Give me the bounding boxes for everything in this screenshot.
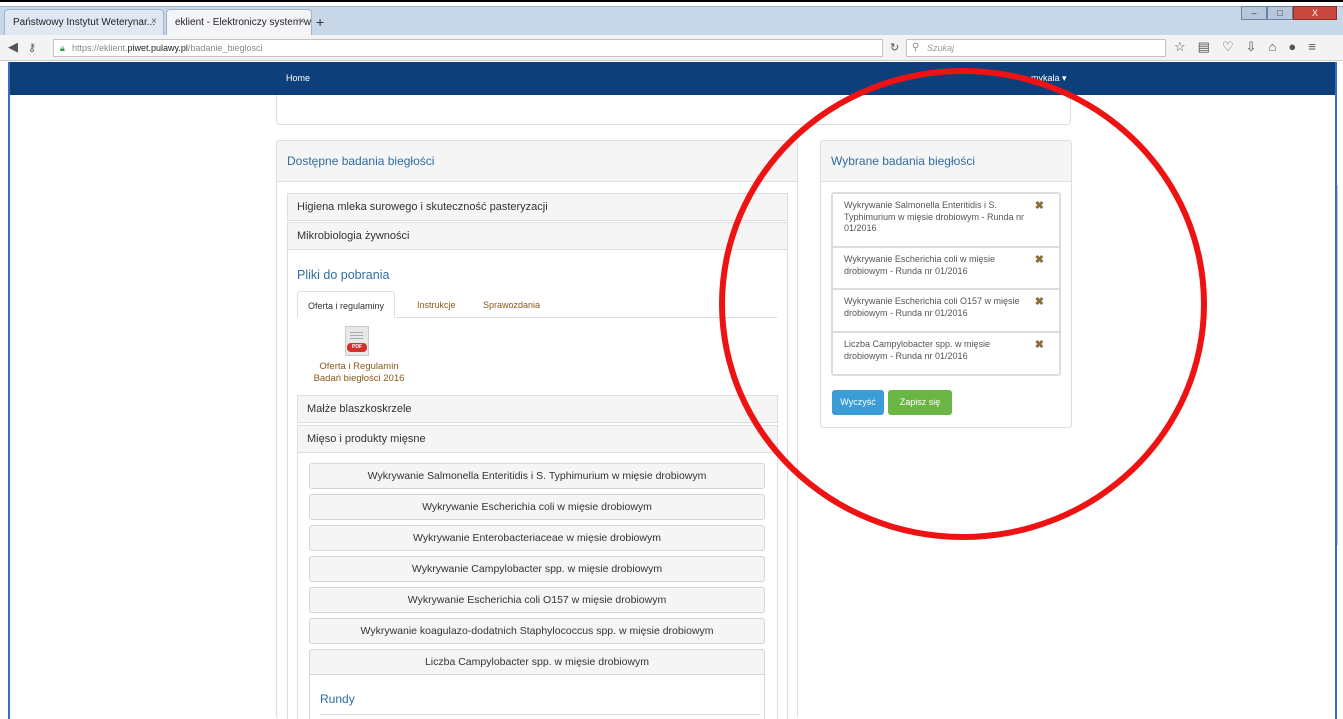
left-rule bbox=[8, 62, 10, 719]
tab-close-icon[interactable]: × bbox=[151, 16, 157, 27]
browser-tab-eklient[interactable]: eklient - Elektroniczy system w... × bbox=[166, 9, 312, 35]
remove-icon[interactable]: ✖ bbox=[1035, 339, 1044, 352]
selected-item: Wykrywanie Salmonella Enteritidis i S. T… bbox=[832, 193, 1060, 247]
remove-icon[interactable]: ✖ bbox=[1035, 254, 1044, 267]
pdf-download-link[interactable]: Oferta i Regulamin Badań biegłości 2016 bbox=[289, 361, 429, 385]
browser-tab-label: eklient - Elektroniczy system w... bbox=[175, 17, 312, 28]
key-icon[interactable]: ⚷ bbox=[28, 41, 36, 54]
test-item-ecoli-o157[interactable]: Wykrywanie Escherichia coli O157 w mięsi… bbox=[309, 587, 765, 613]
pdf-label-line: Badań biegłości 2016 bbox=[313, 373, 405, 384]
user-menu[interactable]: …mykala ▾ bbox=[1022, 73, 1067, 84]
tab-close-icon[interactable]: × bbox=[299, 16, 305, 27]
chat-icon[interactable]: ● bbox=[1288, 39, 1296, 55]
search-icon: ⚲ bbox=[912, 42, 920, 53]
selected-item: Wykrywanie Escherichia coli w mięsie dro… bbox=[832, 247, 1060, 289]
test-item-ecoli[interactable]: Wykrywanie Escherichia coli w mięsie dro… bbox=[309, 494, 765, 520]
rounds-body bbox=[309, 675, 765, 719]
url-path: /badanie_bieglosci bbox=[187, 43, 263, 53]
top-panel bbox=[276, 95, 1071, 125]
accordion-item-meat[interactable]: Mięso i produkty mięsne bbox=[297, 425, 778, 453]
nav-home-link[interactable]: Home bbox=[286, 73, 310, 83]
download-tabs: Oferta i regulaminy Instrukcje Sprawozda… bbox=[297, 291, 777, 318]
reading-list-icon[interactable]: ▤ bbox=[1198, 39, 1210, 55]
url-prefix: https://eklient. bbox=[72, 43, 128, 53]
test-item-salmonella[interactable]: Wykrywanie Salmonella Enteritidis i S. T… bbox=[309, 463, 765, 489]
tab-instructions[interactable]: Instrukcje bbox=[407, 291, 466, 318]
lock-icon: 🔒︎ bbox=[60, 43, 65, 53]
window-controls: – □ X bbox=[1241, 6, 1337, 20]
app-navbar: Home …mykala ▾ bbox=[10, 62, 1335, 95]
test-item-enterobacteriaceae[interactable]: Wykrywanie Enterobacteriaceae w mięsie d… bbox=[309, 525, 765, 551]
tab-reports[interactable]: Sprawozdania bbox=[473, 291, 550, 318]
close-window-button[interactable]: X bbox=[1293, 6, 1337, 20]
accordion-item-microbiology[interactable]: Mikrobiologia żywności bbox=[287, 222, 788, 250]
scrollbar[interactable] bbox=[1337, 185, 1343, 545]
accordion-item-milk[interactable]: Higiena mleka surowego i skuteczność pas… bbox=[287, 193, 788, 221]
browser-toolbar-icons: ☆ ▤ ♡ ⇩ ⌂ ● ≡ bbox=[1174, 39, 1316, 55]
menu-icon[interactable]: ≡ bbox=[1308, 39, 1316, 55]
home-icon[interactable]: ⌂ bbox=[1269, 39, 1277, 55]
pdf-tag: PDF bbox=[347, 343, 367, 352]
rounds-heading: Rundy bbox=[320, 692, 355, 706]
selected-item: Liczba Campylobacter spp. w mięsie drobi… bbox=[832, 332, 1060, 375]
search-input[interactable]: ⚲ Szukaj bbox=[906, 39, 1166, 57]
panel-title: Dostępne badania biegłości bbox=[277, 141, 797, 182]
selected-item-label: Liczba Campylobacter spp. w mięsie drobi… bbox=[844, 339, 991, 361]
pocket-icon[interactable]: ♡ bbox=[1222, 39, 1234, 55]
selected-item: Wykrywanie Escherichia coli O157 w mięsi… bbox=[832, 289, 1060, 332]
new-tab-button[interactable]: + bbox=[316, 14, 324, 30]
selected-item-label: Wykrywanie Escherichia coli w mięsie dro… bbox=[844, 254, 995, 276]
browser-tab-label: Państwowy Instytut Weterynar... bbox=[13, 17, 156, 28]
maximize-button[interactable]: □ bbox=[1267, 6, 1293, 20]
selected-item-label: Wykrywanie Escherichia coli O157 w mięsi… bbox=[844, 296, 1020, 318]
search-placeholder: Szukaj bbox=[927, 43, 955, 53]
test-item-staphylococcus[interactable]: Wykrywanie koagulazo-dodatnich Staphyloc… bbox=[309, 618, 765, 644]
submit-button[interactable]: Zapisz się bbox=[888, 390, 952, 415]
browser-tab-piwet[interactable]: Państwowy Instytut Weterynar... × bbox=[4, 9, 164, 35]
minimize-button[interactable]: – bbox=[1241, 6, 1267, 20]
bookmark-star-icon[interactable]: ☆ bbox=[1174, 39, 1186, 55]
accordion-item-mussels[interactable]: Małże blaszkoskrzele bbox=[297, 395, 778, 423]
url-domain: piwet.pulawy.pl bbox=[127, 43, 188, 53]
back-icon[interactable]: ◀ bbox=[8, 39, 18, 55]
rounds-divider bbox=[320, 714, 760, 715]
selected-item-label: Wykrywanie Salmonella Enteritidis i S. T… bbox=[844, 200, 1025, 233]
pdf-file-icon[interactable]: PDF bbox=[345, 326, 369, 356]
test-item-campylobacter[interactable]: Wykrywanie Campylobacter spp. w mięsie d… bbox=[309, 556, 765, 582]
panel-title: Wybrane badania biegłości bbox=[821, 141, 1071, 182]
downloads-heading: Pliki do pobrania bbox=[297, 268, 390, 282]
reload-icon[interactable]: ↻ bbox=[890, 41, 899, 54]
remove-icon[interactable]: ✖ bbox=[1035, 200, 1044, 213]
browser-nav-bar: ◀ ⚷ https://eklient.piwet.pulawy.pl/bada… bbox=[0, 35, 1343, 61]
url-bar[interactable]: https://eklient.piwet.pulawy.pl/badanie_… bbox=[53, 39, 883, 57]
tab-offers[interactable]: Oferta i regulaminy bbox=[297, 291, 396, 318]
clear-button[interactable]: Wyczyść bbox=[832, 390, 884, 415]
download-icon[interactable]: ⇩ bbox=[1246, 39, 1257, 55]
remove-icon[interactable]: ✖ bbox=[1035, 296, 1044, 309]
test-item-campylobacter-count[interactable]: Liczba Campylobacter spp. w mięsie drobi… bbox=[309, 649, 765, 675]
top-border bbox=[0, 0, 1343, 2]
pdf-label-line: Oferta i Regulamin bbox=[319, 361, 399, 372]
